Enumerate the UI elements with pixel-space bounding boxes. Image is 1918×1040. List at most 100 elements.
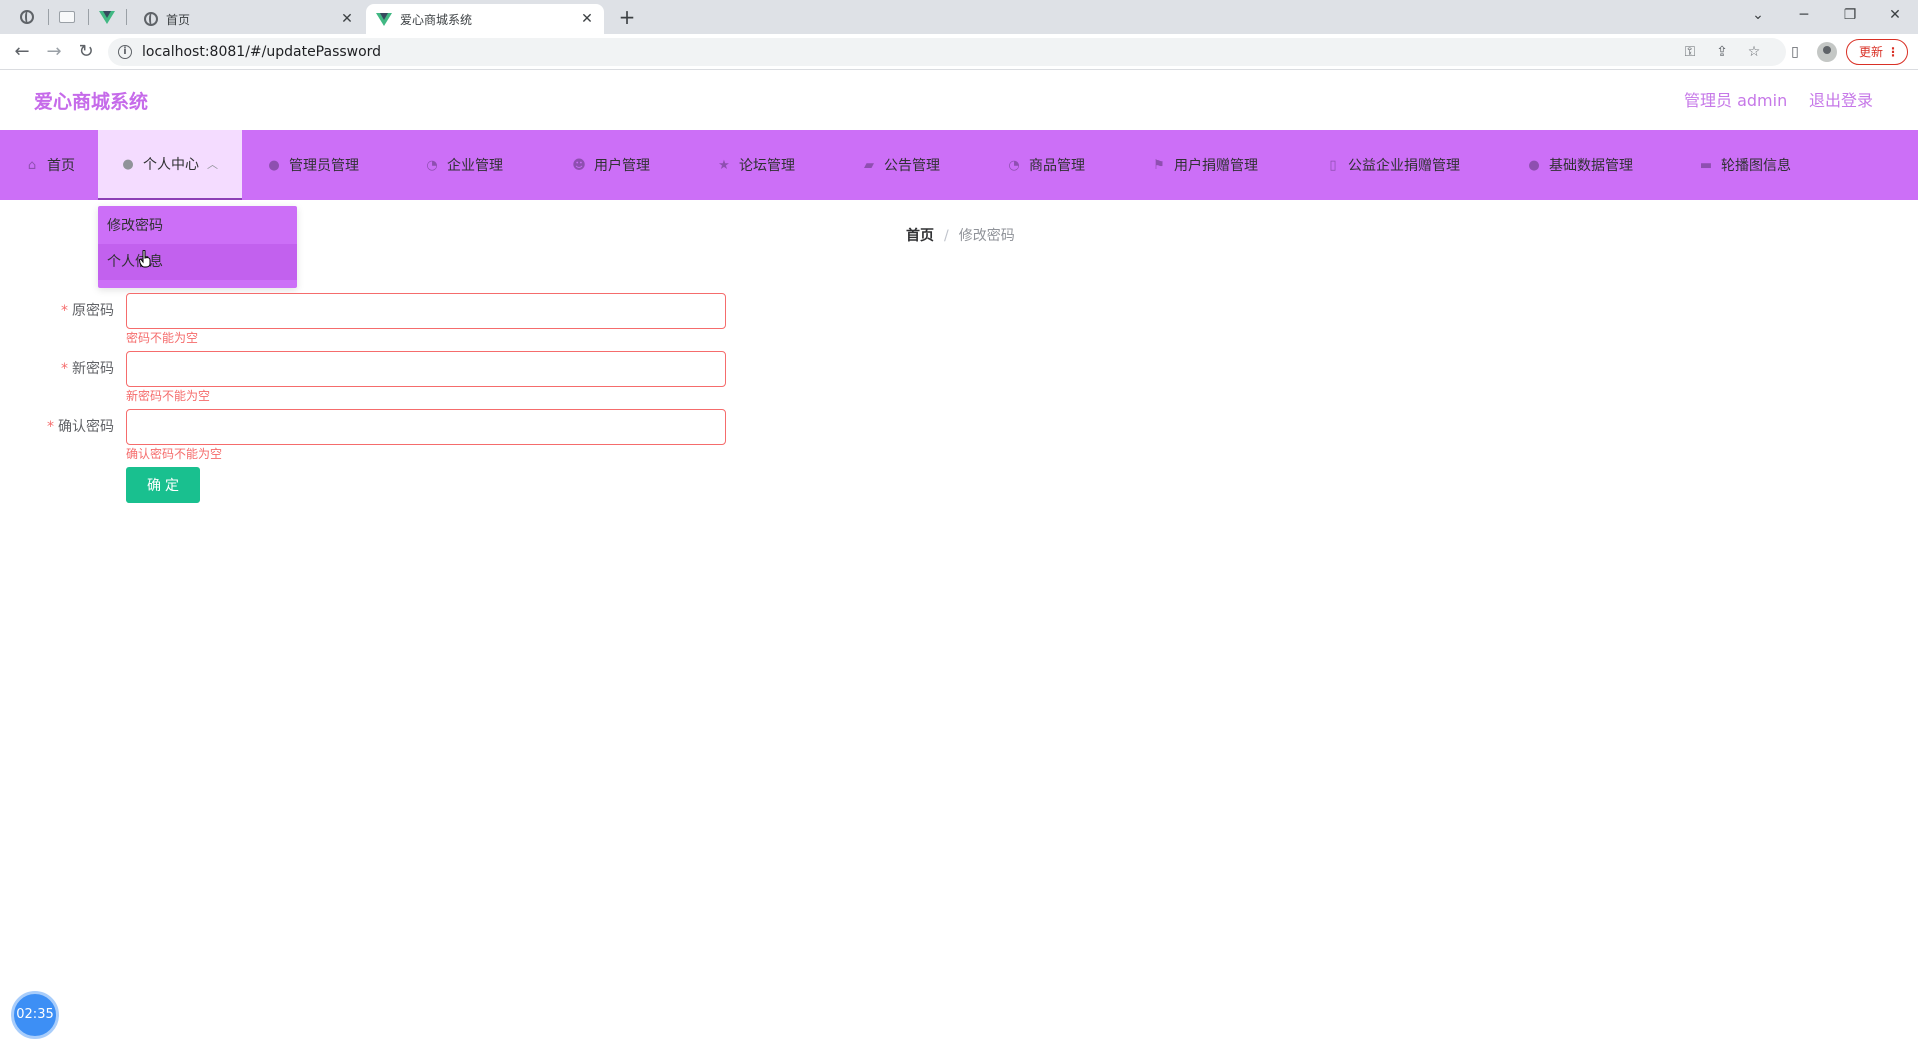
menu-item-label: 商品管理 xyxy=(1029,158,1085,174)
profile-avatar-icon[interactable] xyxy=(1817,42,1837,62)
minimize-icon[interactable]: ─ xyxy=(1781,0,1827,30)
menu-item-notice[interactable]: ▰ 公告管理 xyxy=(861,130,940,200)
menu-item-enterprise-donation[interactable]: ▯ 公益企业捐赠管理 xyxy=(1325,130,1460,200)
tab-separator xyxy=(88,9,89,25)
browser-tabstrip: 首页 ✕ 爱心商城系统 ✕ + ⌄ ─ ❐ ✕ xyxy=(0,0,1918,34)
breadcrumb: 首页 / 修改密码 xyxy=(906,226,1015,246)
new-password-label: * 新密码 xyxy=(61,361,114,377)
tab-search-icon[interactable]: ⌄ xyxy=(1735,0,1781,30)
old-password-label: * 原密码 xyxy=(61,303,114,319)
flag-icon: ⚑ xyxy=(1153,157,1165,173)
required-mark: * xyxy=(47,419,54,435)
user-icon: ● xyxy=(122,156,134,172)
tab-separator xyxy=(126,9,127,25)
info-icon[interactable]: i xyxy=(118,45,132,59)
breadcrumb-current: 修改密码 xyxy=(958,228,1015,244)
menu-item-enterprise[interactable]: ◔ 企业管理 xyxy=(424,130,503,200)
close-icon[interactable]: ✕ xyxy=(578,10,596,28)
restore-icon[interactable]: ❐ xyxy=(1827,0,1873,30)
menu-item-label: 首页 xyxy=(47,158,75,174)
chevron-up-icon: ︿ xyxy=(207,158,218,171)
document-icon: ▯ xyxy=(1329,157,1337,173)
browser-tab-active[interactable]: 爱心商城系统 ✕ xyxy=(366,4,604,34)
menu-item-label: 轮播图信息 xyxy=(1721,158,1791,174)
required-mark: * xyxy=(61,361,68,377)
url-text[interactable]: localhost:8081/#/updatePassword xyxy=(142,38,381,66)
globe-icon xyxy=(20,10,34,24)
personal-center-submenu: 修改密码 个人信息 xyxy=(98,206,297,288)
menu-item-label: 用户管理 xyxy=(594,158,650,174)
address-bar[interactable]: i localhost:8081/#/updatePassword ⚿ ⇪ ☆ xyxy=(108,38,1786,66)
star-icon[interactable]: ☆ xyxy=(1744,42,1764,62)
menu-item-label: 管理员管理 xyxy=(289,158,359,174)
pinned-tab[interactable] xyxy=(92,0,122,34)
new-password-input[interactable] xyxy=(126,351,726,387)
side-panel-icon[interactable]: ▯ xyxy=(1785,42,1805,62)
browser-toolbar: ← → ↻ i localhost:8081/#/updatePassword … xyxy=(0,34,1918,70)
submenu-item-personal-info[interactable]: 个人信息 xyxy=(98,244,297,280)
tab-title: 爱心商城系统 xyxy=(400,12,473,27)
menu-item-label: 企业管理 xyxy=(447,158,503,174)
chat-icon: ▬ xyxy=(1699,157,1713,173)
menu-item-label: 个人中心 xyxy=(143,157,199,173)
browser-tab[interactable]: 首页 ✕ xyxy=(134,4,364,34)
logout-link[interactable]: 退出登录 xyxy=(1809,70,1873,132)
app-header: 爱心商城系统 管理员 admin 退出登录 xyxy=(0,70,1918,130)
back-arrow-icon[interactable]: ← xyxy=(8,38,36,66)
star-icon: ★ xyxy=(718,157,730,173)
menu-item-label: 公告管理 xyxy=(884,158,940,174)
confirm-password-label: * 确认密码 xyxy=(47,419,114,435)
old-password-input[interactable] xyxy=(126,293,726,329)
reload-icon[interactable]: ↻ xyxy=(72,38,100,66)
menu-item-label: 基础数据管理 xyxy=(1549,158,1633,174)
confirm-password-error: 确认密码不能为空 xyxy=(126,447,223,461)
menu-item-forum[interactable]: ★ 论坛管理 xyxy=(716,130,795,200)
breadcrumb-home[interactable]: 首页 xyxy=(906,228,934,244)
clock-icon: ◔ xyxy=(1008,157,1020,173)
menu-item-carousel[interactable]: ▬ 轮播图信息 xyxy=(1698,130,1791,200)
share-icon[interactable]: ⇪ xyxy=(1712,42,1732,62)
submit-button[interactable]: 确定 xyxy=(126,467,200,503)
clock-icon: ◔ xyxy=(426,157,438,173)
tab-title: 首页 xyxy=(166,12,191,27)
menu-item-label: 用户捐赠管理 xyxy=(1174,158,1258,174)
submenu-item-change-password[interactable]: 修改密码 xyxy=(98,208,297,244)
key-icon[interactable]: ⚿ xyxy=(1680,42,1700,62)
breadcrumb-separator: / xyxy=(944,228,949,244)
menu-item-home[interactable]: ⌂ 首页 xyxy=(24,130,75,200)
new-tab-button[interactable]: + xyxy=(614,4,640,30)
required-mark: * xyxy=(61,303,68,319)
pinned-tab[interactable] xyxy=(12,0,42,34)
user-icon: ● xyxy=(268,157,280,173)
menu-item-base-data[interactable]: ● 基础数据管理 xyxy=(1526,130,1633,200)
hand-cursor-icon xyxy=(139,250,151,268)
recording-timer[interactable]: 02:35 xyxy=(11,991,59,1039)
folder-icon: ▰ xyxy=(864,157,874,173)
forward-arrow-icon[interactable]: → xyxy=(40,38,68,66)
vue-icon xyxy=(376,12,392,26)
pinned-tab[interactable] xyxy=(52,0,82,34)
window-close-icon[interactable]: ✕ xyxy=(1872,0,1918,30)
old-password-error: 密码不能为空 xyxy=(126,331,199,345)
admin-user-label[interactable]: 管理员 admin xyxy=(1684,70,1787,132)
menu-item-label: 论坛管理 xyxy=(739,158,795,174)
menu-item-label: 公益企业捐赠管理 xyxy=(1348,158,1460,174)
vue-icon xyxy=(99,10,115,24)
globe-icon xyxy=(144,12,158,26)
close-icon[interactable]: ✕ xyxy=(338,10,356,28)
main-menu: ⌂ 首页 ● 个人中心 ︿ ● 管理员管理 ◔ 企业管理 ☻ 用户管理 ★ 论坛… xyxy=(0,130,1918,200)
app-title: 爱心商城系统 xyxy=(34,91,149,113)
user-icon: ● xyxy=(1528,157,1540,173)
home-icon: ⌂ xyxy=(27,157,37,173)
confirm-password-input[interactable] xyxy=(126,409,726,445)
menu-item-personal-center[interactable]: ● 个人中心 ︿ xyxy=(98,130,242,200)
blank-page-icon xyxy=(59,11,75,23)
update-button[interactable]: 更新 ⋮ xyxy=(1846,39,1908,65)
menu-item-user-donation[interactable]: ⚑ 用户捐赠管理 xyxy=(1151,130,1258,200)
menu-item-admin[interactable]: ● 管理员管理 xyxy=(266,130,359,200)
more-icon: ⋮ xyxy=(1887,45,1899,59)
menu-item-goods[interactable]: ◔ 商品管理 xyxy=(1006,130,1085,200)
update-label: 更新 xyxy=(1859,45,1884,59)
new-password-error: 新密码不能为空 xyxy=(126,389,211,403)
menu-item-users[interactable]: ☻ 用户管理 xyxy=(571,130,650,200)
